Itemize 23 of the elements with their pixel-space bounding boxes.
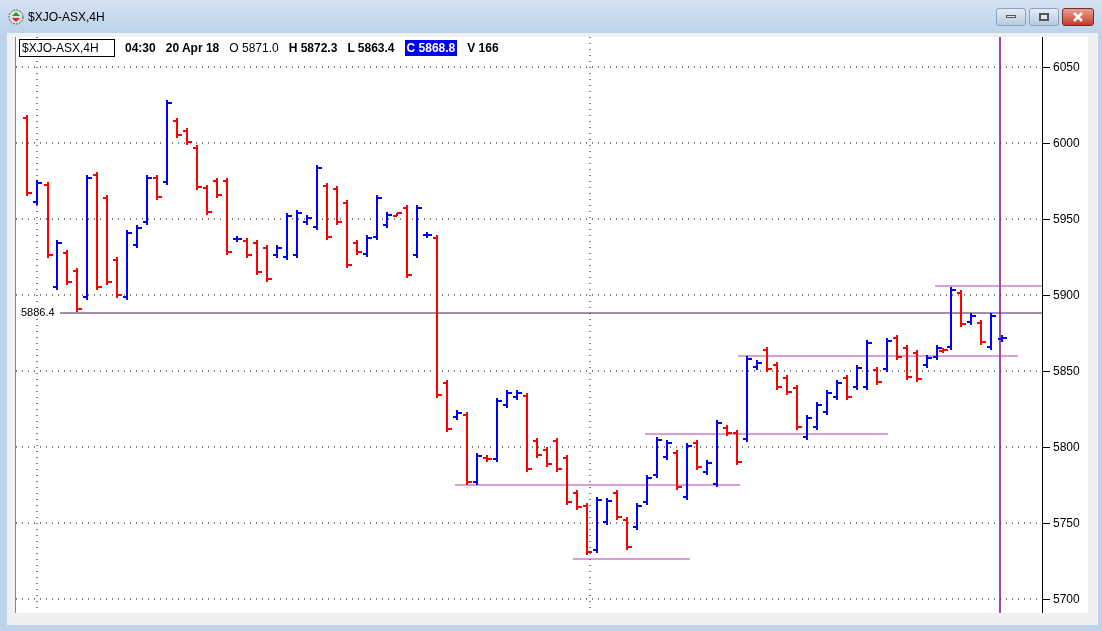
axis-label: 5950 (1053, 211, 1080, 227)
symbol-field[interactable]: $XJO-ASX,4H (19, 39, 115, 57)
close-value: C 5868.8 (404, 40, 458, 56)
maximize-button[interactable] (1029, 7, 1059, 26)
window-title: $XJO-ASX,4H (28, 8, 105, 26)
axis-label: 5900 (1053, 287, 1080, 303)
close-button[interactable] (1062, 7, 1094, 26)
low-value: L 5863.4 (347, 40, 395, 56)
axis-label: 5700 (1053, 591, 1080, 607)
open-value: O 5871.0 (229, 40, 279, 56)
axis-label: 5850 (1053, 363, 1080, 379)
crosshair-price-label: 5886.4 (21, 305, 55, 319)
bar-date: 20 Apr 18 (165, 40, 220, 56)
app-icon (8, 8, 24, 25)
minimize-button[interactable] (996, 7, 1026, 26)
bar-time: 04:30 (125, 40, 156, 56)
close-icon (1072, 11, 1084, 22)
axis-label: 6000 (1053, 135, 1080, 151)
axis-label: 5800 (1053, 439, 1080, 455)
axis-label: 6050 (1053, 59, 1080, 75)
volume-value: V 166 (467, 40, 499, 56)
high-value: H 5872.3 (288, 40, 338, 56)
axis-label: 5750 (1053, 515, 1080, 531)
